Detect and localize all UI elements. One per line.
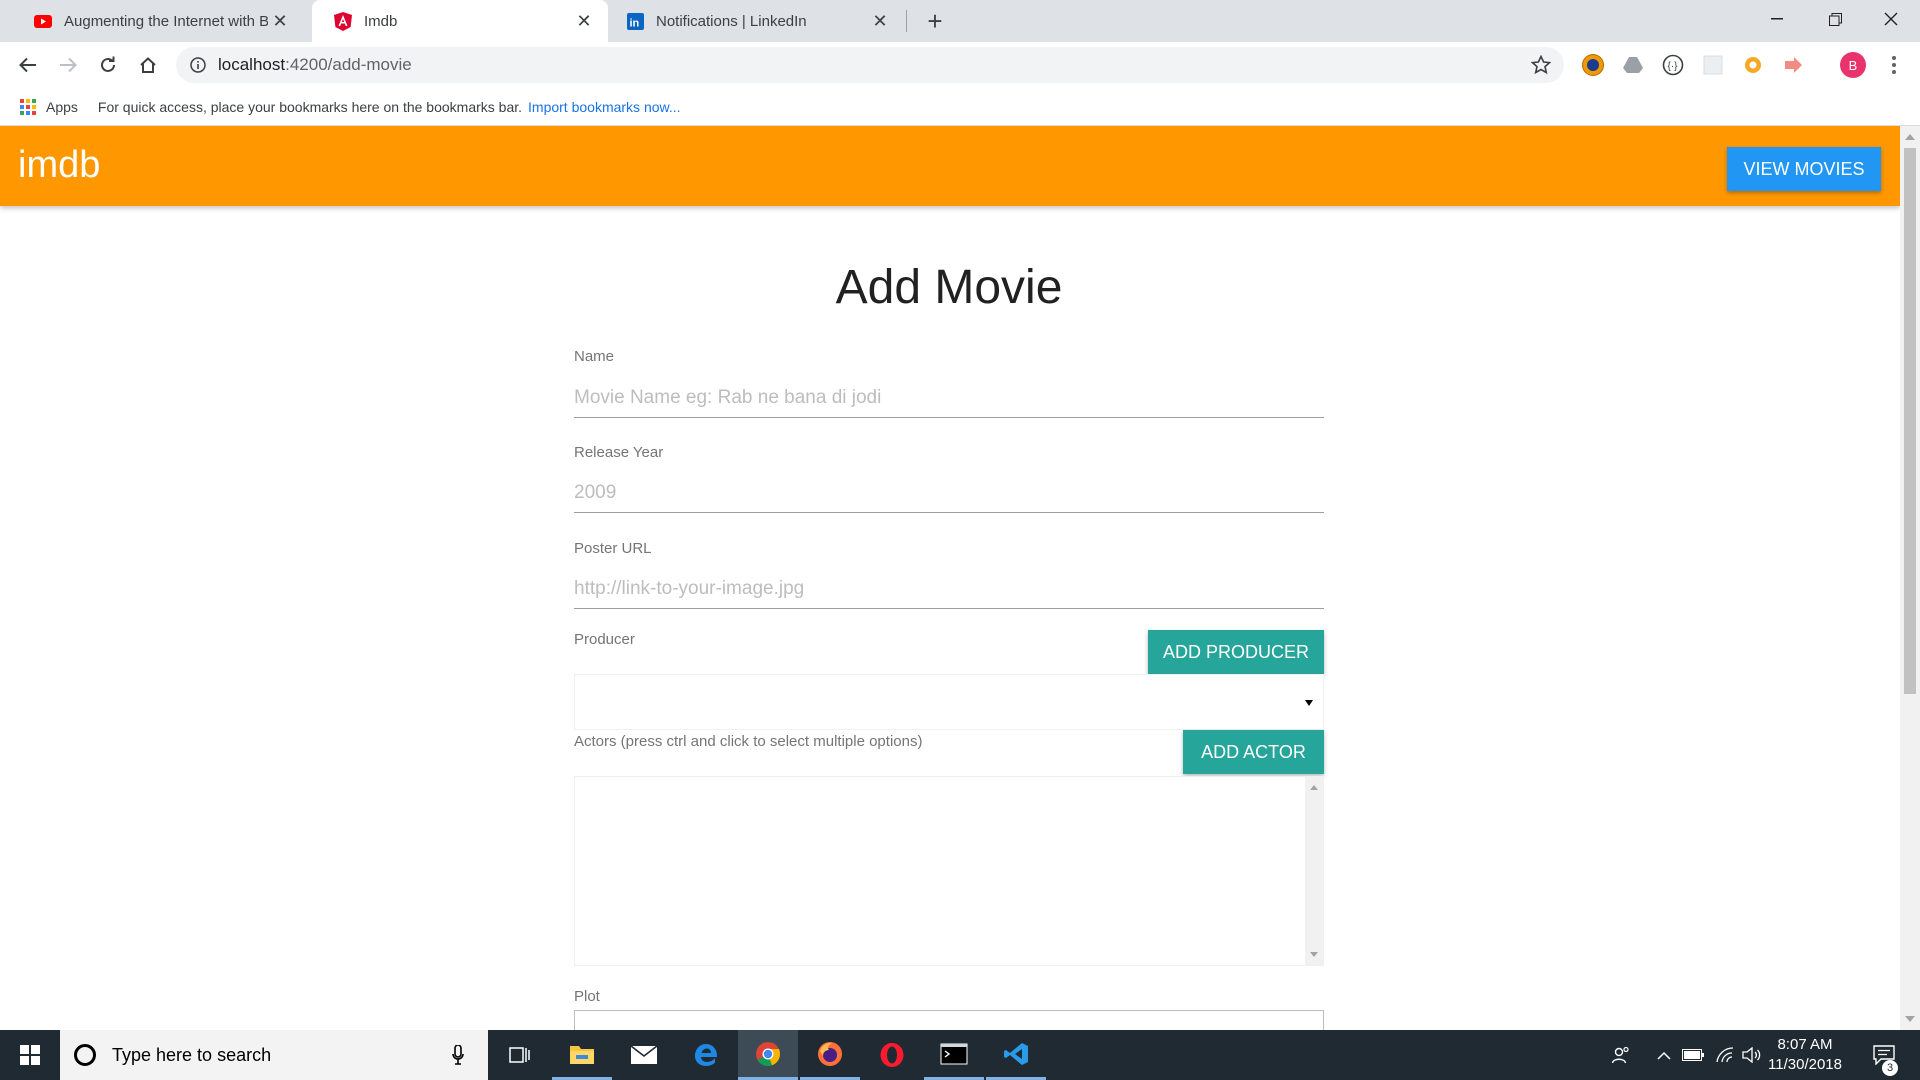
extension-blank-icon[interactable]	[1702, 54, 1724, 76]
close-tab-icon[interactable]: ✕	[868, 9, 892, 33]
release-year-label: Release Year	[574, 444, 664, 461]
new-tab-icon[interactable]: +	[918, 6, 952, 36]
close-tab-icon[interactable]: ✕	[268, 9, 292, 33]
view-movies-button[interactable]: VIEW MOVIES	[1727, 147, 1881, 191]
linkedin-icon: in	[626, 12, 644, 30]
address-bar[interactable]: localhost:4200/add-movie	[176, 47, 1564, 83]
notification-count-badge: 3	[1882, 1060, 1898, 1076]
minimize-icon[interactable]	[1748, 0, 1806, 38]
name-label: Name	[574, 348, 615, 365]
system-clock[interactable]: 8:07 AM 11/30/2018	[1762, 1035, 1848, 1075]
extension-arrow-icon[interactable]	[1782, 54, 1804, 76]
bookmarks-bar: Apps For quick access, place your bookma…	[0, 88, 1920, 126]
battery-icon[interactable]	[1680, 1030, 1706, 1080]
scroll-up-icon[interactable]	[1905, 134, 1915, 140]
microphone-icon[interactable]	[446, 1045, 470, 1065]
opera-icon[interactable]	[862, 1030, 922, 1080]
actors-scrollbar[interactable]	[1305, 777, 1323, 965]
firefox-icon[interactable]	[800, 1030, 860, 1080]
tab-title: Augmenting the Internet with Br	[64, 12, 268, 30]
cortana-icon	[74, 1044, 96, 1066]
url-path: :4200/add-movie	[285, 55, 412, 74]
tab-separator	[906, 10, 907, 32]
task-view-icon[interactable]	[490, 1030, 550, 1080]
volume-icon[interactable]	[1740, 1030, 1764, 1080]
close-window-icon[interactable]	[1862, 0, 1920, 38]
clock-date: 11/30/2018	[1768, 1056, 1842, 1073]
back-icon[interactable]	[12, 49, 44, 81]
edge-icon[interactable]	[676, 1030, 736, 1080]
scrollbar-thumb[interactable]	[1904, 148, 1916, 694]
tab-title: Imdb	[364, 12, 398, 30]
windows-taskbar: Type here to search 8:07 AM 11/30/2018 3	[0, 1030, 1920, 1080]
people-icon[interactable]	[1606, 1030, 1636, 1080]
wifi-icon[interactable]	[1712, 1030, 1738, 1080]
scroll-down-icon[interactable]	[1310, 952, 1318, 957]
page-viewport: imdb VIEW MOVIES Add Movie Name Release …	[0, 126, 1900, 1030]
url-text: localhost:4200/add-movie	[218, 55, 412, 75]
release-year-input[interactable]	[574, 473, 1324, 513]
tab-youtube[interactable]: Augmenting the Internet with Br ✕	[12, 0, 304, 42]
close-tab-icon[interactable]: ✕	[572, 9, 596, 33]
vscode-icon[interactable]	[986, 1030, 1046, 1080]
restore-icon[interactable]	[1806, 0, 1864, 38]
chevron-up-icon[interactable]	[1652, 1030, 1676, 1080]
plot-textarea[interactable]	[574, 1010, 1324, 1030]
apps-icon[interactable]	[20, 98, 36, 115]
movie-name-input[interactable]	[574, 378, 1324, 418]
extension-drive-icon[interactable]	[1622, 54, 1644, 76]
home-icon[interactable]	[132, 49, 164, 81]
url-host: localhost	[218, 55, 286, 74]
terminal-icon[interactable]	[924, 1030, 984, 1080]
site-info-icon[interactable]	[188, 55, 208, 75]
extension-stxt-icon[interactable]	[1582, 54, 1604, 76]
clock-time: 8:07 AM	[1777, 1036, 1833, 1053]
browser-toolbar: localhost:4200/add-movie {·} B	[0, 42, 1920, 88]
bookmark-star-icon[interactable]	[1530, 54, 1552, 76]
scroll-up-icon[interactable]	[1310, 785, 1318, 790]
apps-link[interactable]: Apps	[46, 99, 78, 115]
chevron-down-icon	[1305, 700, 1313, 706]
app-brand[interactable]: imdb	[18, 144, 100, 187]
angular-icon	[334, 11, 352, 31]
extension-gear-icon[interactable]	[1742, 54, 1764, 76]
chrome-menu-icon[interactable]	[1884, 54, 1904, 76]
actors-label: Actors (press ctrl and click to select m…	[574, 733, 923, 750]
app-header: imdb VIEW MOVIES	[0, 126, 1900, 206]
bookmarks-hint: For quick access, place your bookmarks h…	[97, 98, 523, 115]
poster-url-label: Poster URL	[574, 540, 652, 557]
page-scrollbar[interactable]	[1900, 126, 1920, 1030]
svg-text:{·}: {·}	[1668, 61, 1679, 72]
producer-select[interactable]	[574, 674, 1324, 730]
plot-label: Plot	[574, 988, 600, 1005]
browser-tabstrip: Augmenting the Internet with Br ✕ Imdb ✕…	[0, 0, 1920, 42]
tab-title: Notifications | LinkedIn	[656, 12, 807, 30]
file-explorer-icon[interactable]	[552, 1030, 612, 1080]
add-producer-button[interactable]: ADD PRODUCER	[1148, 630, 1324, 674]
actors-multiselect[interactable]	[574, 776, 1324, 966]
windows-start-icon[interactable]	[0, 1030, 60, 1080]
chrome-icon[interactable]	[738, 1030, 798, 1080]
page-title: Add Movie	[835, 261, 1063, 314]
mail-icon[interactable]	[614, 1030, 674, 1080]
reload-icon[interactable]	[92, 49, 124, 81]
extension-code-icon[interactable]: {·}	[1662, 54, 1684, 76]
youtube-icon	[34, 12, 52, 30]
poster-url-input[interactable]	[574, 569, 1324, 609]
tab-imdb[interactable]: Imdb ✕	[312, 0, 608, 42]
tab-linkedin[interactable]: in Notifications | LinkedIn ✕	[604, 0, 904, 42]
forward-icon[interactable]	[52, 49, 84, 81]
scroll-down-icon[interactable]	[1905, 1016, 1915, 1022]
add-actor-button[interactable]: ADD ACTOR	[1183, 730, 1324, 774]
profile-avatar[interactable]: B	[1840, 52, 1866, 78]
svg-text:in: in	[629, 17, 639, 29]
import-bookmarks-link[interactable]: Import bookmarks now...	[528, 99, 681, 115]
producer-label: Producer	[574, 631, 635, 648]
taskbar-search-placeholder: Type here to search	[112, 1044, 272, 1065]
taskbar-search[interactable]: Type here to search	[60, 1030, 488, 1080]
